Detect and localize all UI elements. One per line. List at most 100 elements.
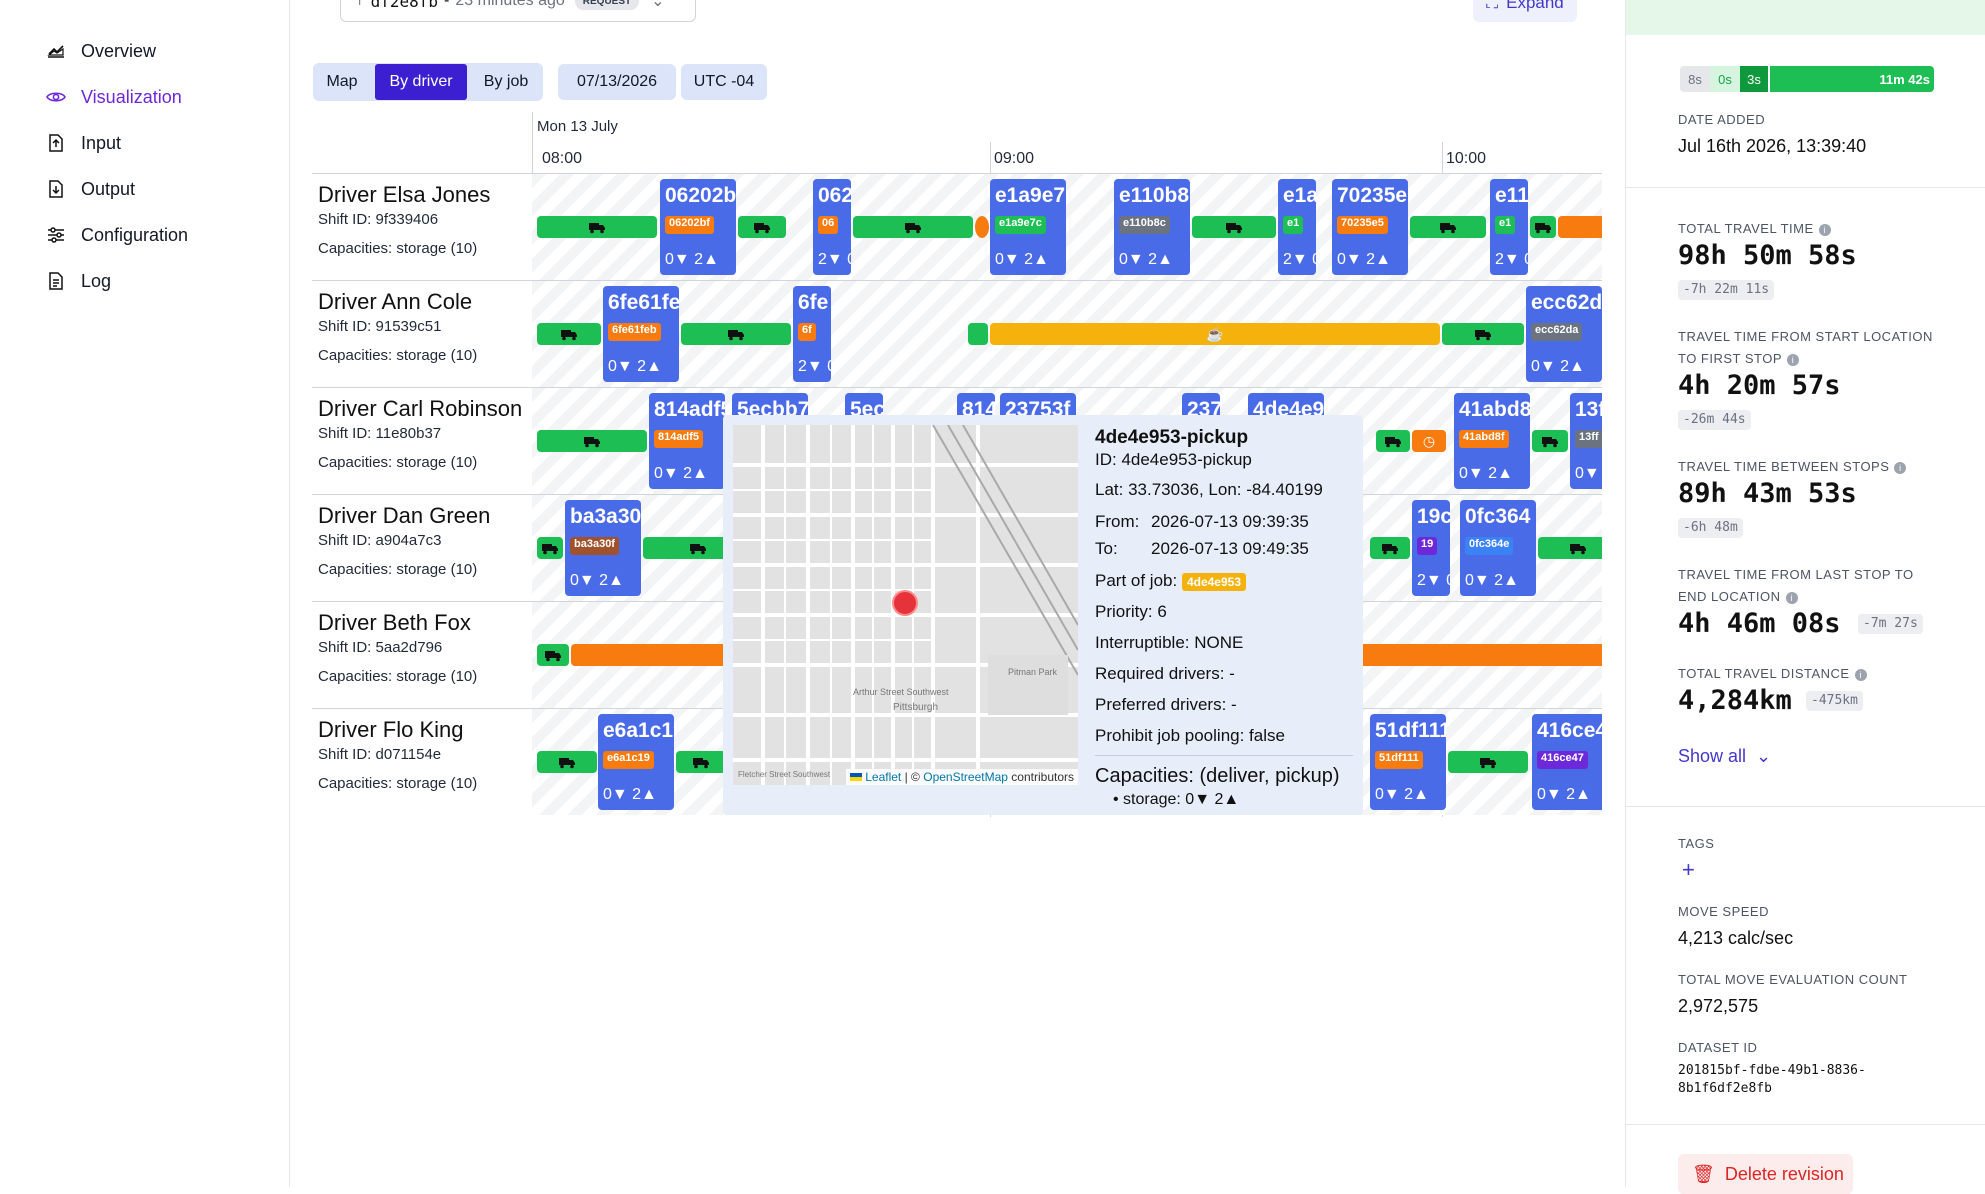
mini-map[interactable]: Arthur Street Southwest Pittsburgh Pitma… [733,425,1078,785]
tab-by-job[interactable]: By job [470,64,542,100]
break-segment[interactable]: ☕ [990,323,1440,345]
job-card[interactable]: 13ffc13ff0▼ 2▲ [1570,393,1602,489]
drive-segment[interactable] [1538,537,1602,559]
driver-row: Driver Elsa Jones Shift ID: 9f339406 Cap… [312,173,1602,280]
drive-segment[interactable] [968,323,988,345]
driver-name: Driver Flo King [318,717,464,742]
wait-segment[interactable] [975,216,989,238]
info-icon[interactable]: i [1854,668,1867,681]
drive-segment[interactable] [681,323,791,345]
info-icon[interactable]: i [1894,461,1907,474]
job-card[interactable]: 6fe61fe 6fe61feb 0▼ 2▲ [603,286,679,382]
job-card[interactable]: 19c192▼ 0 [1412,500,1450,596]
drive-segment[interactable] [1442,323,1524,345]
details-panel: 8s 0s 3s 11m 42s DATE ADDED Jul 16th 202… [1625,0,1985,1194]
truck-icon [559,758,575,769]
job-card[interactable]: 51df111 51df111 0▼ 2▲ [1370,714,1446,810]
driver-shift-id: Shift ID: 91539c51 [318,318,442,335]
street-label: Arthur Street Southwest [853,687,949,697]
job-card[interactable]: e6a1c19e6a1c190▼ 2▲ [598,714,674,810]
info-icon[interactable]: i [1785,591,1798,604]
timezone-select[interactable]: UTC -04 [681,64,767,100]
move-count-value: 2,972,575 [1678,996,1759,1016]
drive-segment[interactable] [1532,430,1568,452]
delete-revision-button[interactable]: 🗑 Delete revision [1678,1154,1853,1194]
section-divider [1626,1124,1985,1125]
dataset-id-value: 201815bf-fdbe-49b1-8836- [1678,1063,1866,1078]
show-all-button[interactable]: Show all ⌄ [1678,746,1771,767]
start-travel-delta: -26m 44s [1678,410,1751,430]
job-card[interactable]: e110b8ce110b8c0▼ 2▲ [1114,179,1190,275]
sidebar-item-output[interactable]: Output [46,174,135,204]
sidebar-item-input[interactable]: Input [46,128,121,158]
truck-icon [561,330,577,341]
sidebar-item-log[interactable]: Log [46,266,111,296]
expand-button[interactable]: ⛶ Expand [1473,0,1577,22]
job-card[interactable]: e1a9e7ce1a9e7c0▼ 2▲ [990,179,1066,275]
total-travel-value: 98h 50m 58s [1678,240,1857,271]
last-stop-label-2: END LOCATION i [1678,589,1798,604]
tooltip-capacities: Capacities: (deliver, pickup) [1095,765,1340,787]
drive-segment[interactable] [537,751,597,773]
driver-lane: 06202b06202bf0▼ 2▲ 062062▼ 0 e1a9e7ce1a9… [532,174,1602,280]
driver-capacity: Capacities: storage (10) [318,561,478,578]
drive-segment[interactable] [537,644,569,666]
job-card[interactable]: ba3a30 ba3a30f 0▼ 2▲ [565,500,641,596]
drive-segment[interactable] [1410,216,1486,238]
leaflet-link[interactable]: Leaflet [865,770,901,784]
job-badge[interactable]: 4de4e953 [1181,573,1246,591]
tooltip-from: From: 2026-07-13 09:39:35 [1095,512,1309,531]
job-card[interactable]: 70235e 70235e5 0▼ 2▲ [1332,179,1408,275]
drive-segment[interactable] [537,430,647,452]
drive-segment[interactable] [537,323,601,345]
street-label: Pittsburgh [893,702,938,713]
sidebar-item-visualization[interactable]: Visualization [46,82,182,112]
wait-segment[interactable]: ◷ [1412,430,1446,452]
drive-segment[interactable] [676,751,726,773]
timing-segment: 11m 42s [1770,66,1934,92]
drive-segment[interactable] [537,216,657,238]
job-card[interactable]: ecc62d ecc62da 0▼ 2▲ [1526,286,1602,382]
stop-marker[interactable] [892,590,918,616]
drive-segment[interactable] [738,216,786,238]
hour-label-0900: 09:00 [994,150,1035,167]
truck-icon [1570,544,1586,555]
date-picker[interactable]: 07/13/2026 [558,64,676,100]
drive-segment[interactable] [1192,216,1276,238]
job-card[interactable]: 416ce4 416ce47 0▼ 2▲ [1532,714,1602,810]
job-card[interactable]: 814adf5 814adf5 0▼ 2▲ [649,393,725,489]
drive-segment[interactable] [1448,751,1528,773]
job-card[interactable]: 0fc364 0fc364e 0▼ 2▲ [1460,500,1536,596]
truck-icon [1226,223,1242,234]
timing-segment: 3s [1740,66,1768,92]
drive-segment[interactable] [1376,430,1410,452]
osm-link[interactable]: OpenStreetMap [923,770,1008,784]
job-card[interactable]: 6fe6f2▼ 0 [793,286,831,382]
hour-label-0800: 08:00 [542,150,583,167]
job-card[interactable]: e11e12▼ 0 [1490,179,1528,275]
job-card[interactable]: 41abd8 41abd8f 0▼ 2▲ [1454,393,1530,489]
add-tag-button[interactable]: + [1682,857,1695,883]
revision-selector[interactable]: ⑂ df2e8fb - 23 minutes ago REQUEST ⌄ [340,0,696,22]
eye-icon [46,92,66,102]
tooltip-id: ID: 4de4e953-pickup [1095,450,1252,469]
info-icon[interactable]: i [1787,353,1800,366]
tab-map[interactable]: Map [313,64,371,100]
drive-segment[interactable] [537,537,563,559]
tab-by-driver[interactable]: By driver [375,64,467,100]
drive-segment[interactable] [853,216,973,238]
wait-segment[interactable] [1558,216,1602,238]
sidebar-item-configuration[interactable]: Configuration [46,220,188,250]
sliders-icon [48,227,64,243]
drive-segment[interactable] [1530,216,1556,238]
job-card[interactable]: 062062▼ 0 [813,179,851,275]
tooltip-required-drivers: Required drivers: - [1095,664,1235,683]
job-card[interactable]: 06202b 06202bf 0▼ 2▲ [660,179,736,275]
drive-segment[interactable] [1370,537,1410,559]
info-icon[interactable]: i [1818,223,1831,236]
last-stop-delta: -7m 27s [1858,614,1923,634]
sidebar-item-overview[interactable]: Overview [46,36,156,66]
job-card[interactable]: e1ae12▼ 0 [1278,179,1316,275]
driver-shift-id: Shift ID: a904a7c3 [318,532,442,549]
chart-icon [47,45,64,58]
